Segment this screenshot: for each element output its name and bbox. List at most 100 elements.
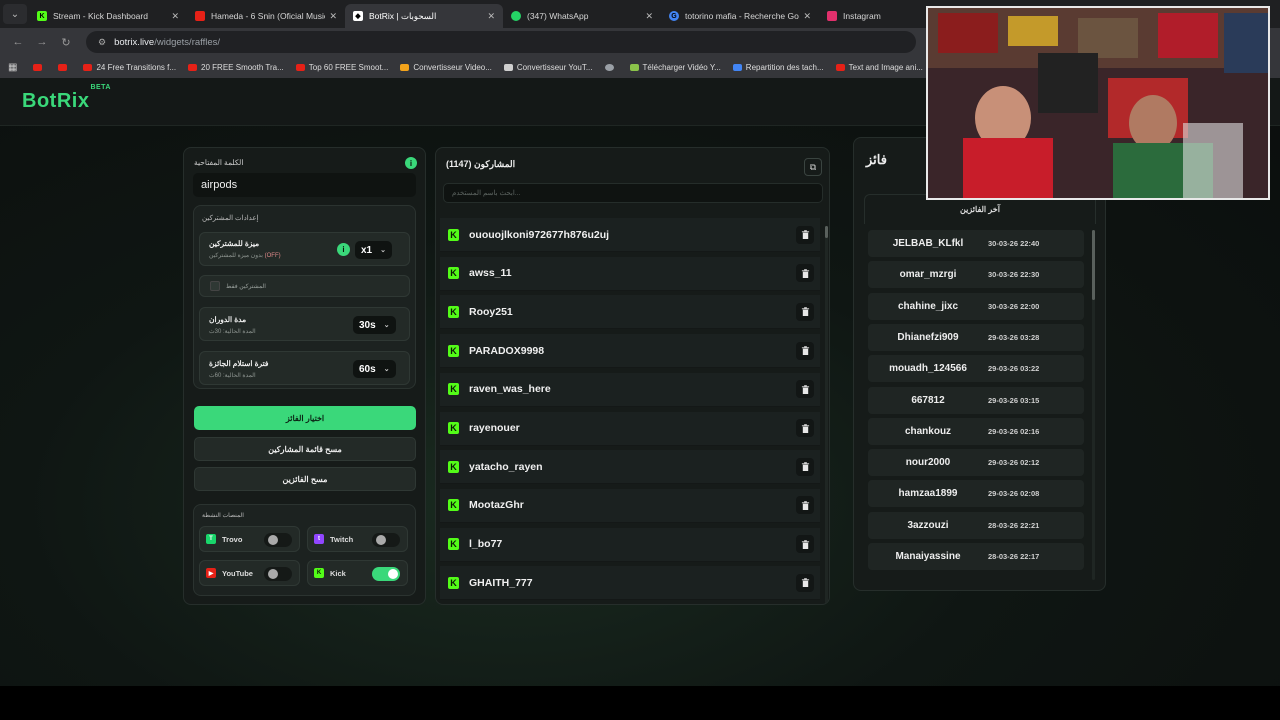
info-icon[interactable]: i (337, 243, 350, 256)
winner-date: 29-03-26 03:28 (988, 332, 1040, 342)
bookmark-item[interactable]: 20 FREE Smooth Tra... (188, 63, 284, 72)
docs-icon (732, 63, 742, 71)
trovo-toggle[interactable] (264, 533, 292, 547)
back-icon[interactable]: ← (8, 36, 28, 48)
bookmark-item[interactable]: Top 60 FREE Smoot... (295, 63, 388, 72)
botrix-icon: ◆ (353, 11, 363, 21)
winner-row: chahine_jixc 30-03-26 22:00 (868, 292, 1084, 320)
bookmark-item[interactable]: Convertisseur YouT... (503, 62, 593, 72)
participant-row: Kyatacho_rayen (440, 450, 820, 485)
chevron-down-icon: ⌄ (380, 247, 386, 254)
subs-only-checkbox[interactable] (210, 281, 220, 291)
tab-title: BotRix | السحوبات (369, 10, 437, 21)
close-tab-icon[interactable]: ✕ (487, 11, 495, 22)
participant-name: ououojlkoni972677h876u2uj (469, 228, 610, 241)
platform-name: Twitch (330, 535, 354, 544)
trash-icon[interactable] (796, 341, 814, 360)
trash-icon[interactable] (796, 264, 814, 283)
url-path: /widgets/raffles/ (154, 36, 221, 48)
close-tab-icon[interactable]: ✕ (645, 11, 653, 22)
participants-scrollbar[interactable] (825, 226, 828, 604)
globe-icon (604, 63, 614, 71)
toggle-knob (268, 569, 278, 579)
apps-grid-icon[interactable]: ▦ (8, 62, 17, 73)
trash-icon[interactable] (796, 457, 814, 476)
winners-scroll-thumb[interactable] (1092, 230, 1095, 300)
browser-tab-active[interactable]: ◆ BotRix | السحوبات ✕ (345, 4, 503, 28)
winner-name: hamzaa1899 (898, 488, 958, 500)
whatsapp-icon (511, 11, 521, 21)
sub-bonus-multiplier-select[interactable]: x1 ⌄ (355, 241, 392, 259)
winner-name: Dhianefzi909 (897, 331, 959, 343)
bookmark-item[interactable]: Text and Image ani... (835, 63, 923, 72)
winner-name: chahine_jixc (897, 300, 959, 312)
browser-tab[interactable]: Hameda - 6 Snin (Oficial Music ✕ (187, 4, 345, 28)
multiplier-value: x1 (361, 244, 373, 256)
browser-tab[interactable]: G totorino mafia - Recherche Goo ✕ (661, 4, 819, 28)
bookmark-item[interactable]: Repartition des tach... (732, 63, 824, 72)
trash-icon[interactable] (796, 535, 814, 554)
bookmark-label: 24 Free Transitions f... (96, 62, 177, 72)
participant-row: K PARADOX9998 (440, 334, 820, 369)
participants-panel: المشاركون (1147) ⧉ Kououojlkoni972677h87… (435, 147, 830, 605)
bookmark-label: Convertisseur YouT... (516, 62, 593, 72)
kick-icon: K (448, 422, 459, 434)
youtube-toggle[interactable] (264, 567, 292, 581)
raffle-settings-panel: الكلمة المفتاحية i إعدادات المشتركين ميز… (183, 147, 426, 605)
trash-icon[interactable] (796, 573, 814, 592)
winner-row: JELBAB_KLfkl 30-03-26 22:40 (868, 230, 1084, 257)
tab-search-icon[interactable]: ⌄ (3, 4, 27, 24)
participant-name: GHAITH_777 (469, 576, 533, 589)
botrix-logo[interactable]: BotRixBETA (22, 84, 111, 113)
kick-icon: K (314, 568, 324, 578)
bookmark-item[interactable]: 24 Free Transitions f... (83, 63, 176, 72)
winner-date: 29-03-26 03:22 (988, 364, 1040, 374)
reload-icon[interactable]: ↻ (56, 36, 76, 49)
winner-name: 667812 (911, 394, 945, 406)
participants-scroll-thumb[interactable] (825, 226, 828, 238)
clear-participants-button[interactable]: مسح قائمة المشاركين (194, 437, 416, 461)
bookmark-item[interactable] (604, 63, 618, 71)
trash-icon[interactable] (796, 496, 814, 515)
winner-date: 30-03-26 22:40 (988, 239, 1040, 248)
subs-only-label: المشتركين فقط (226, 284, 266, 290)
close-tab-icon[interactable]: ✕ (171, 11, 179, 22)
copy-icon[interactable]: ⧉ (804, 158, 822, 176)
toggle-knob (388, 569, 398, 579)
bookmark-item[interactable] (58, 63, 71, 71)
forward-icon[interactable]: → (32, 36, 52, 48)
close-tab-icon[interactable]: ✕ (329, 11, 337, 22)
url-field[interactable]: ⚙ botrix.live/widgets/raffles/ (86, 31, 916, 53)
bookmark-item[interactable]: Télécharger Vidéo Y... (629, 63, 721, 72)
close-tab-icon[interactable]: ✕ (803, 11, 811, 22)
clear-winners-button[interactable]: مسح الفائزين (194, 467, 416, 491)
browser-tab[interactable]: (347) WhatsApp ✕ (503, 4, 661, 28)
spin-duration-select[interactable]: 30s ⌄ (353, 316, 396, 334)
participant-search-input[interactable] (443, 183, 823, 203)
pick-winner-button[interactable]: اختيار الفائز (194, 406, 416, 430)
subs-only-row[interactable]: المشتركين فقط (199, 275, 410, 297)
info-icon[interactable]: i (405, 157, 417, 169)
twitch-icon: t (314, 534, 324, 544)
claim-period-select[interactable]: 60s ⌄ (353, 360, 396, 378)
bookmark-item[interactable]: Convertisseur Video... (400, 63, 492, 72)
participants-title: المشاركون (1147) (446, 159, 516, 169)
site-info-icon[interactable]: ⚙ (98, 37, 106, 48)
toggle-knob (268, 535, 278, 545)
twitch-toggle[interactable] (372, 533, 400, 547)
trash-icon[interactable] (796, 380, 814, 399)
platform-youtube: ▶ YouTube (199, 560, 300, 586)
trash-icon[interactable] (796, 419, 814, 437)
kick-toggle[interactable] (372, 567, 400, 581)
trash-icon[interactable] (796, 225, 814, 244)
keyword-input[interactable] (193, 173, 416, 197)
browser-tab[interactable]: K Stream - Kick Dashboard ✕ (29, 4, 187, 28)
sub-bonus-title: ميزة للمشتركين (209, 239, 260, 248)
kick-icon: K (37, 11, 47, 21)
bookmark-item[interactable] (33, 63, 46, 71)
sub-bonus-desc-text: بدون ميزة للمشتركين (209, 253, 263, 259)
winners-panel: فائز آخر الفائزين JELBAB_KLfkl 30-03-26 2… (853, 137, 1106, 591)
trash-icon[interactable] (796, 302, 814, 321)
participant-name: l_bo77 (469, 538, 503, 551)
winner-name: Manaiyassine (895, 551, 961, 562)
